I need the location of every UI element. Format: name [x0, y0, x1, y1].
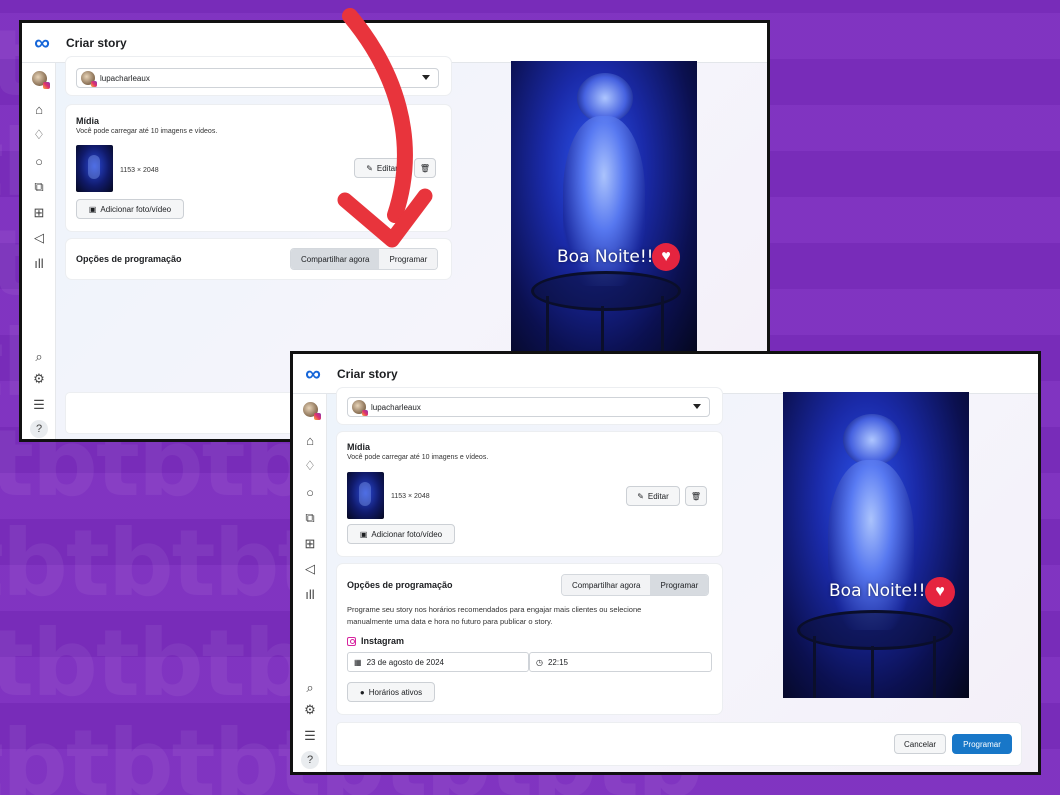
- arrow-head: [337, 188, 433, 248]
- arrow-shaft: [342, 8, 413, 223]
- red-arrow-annotation: [337, 8, 433, 248]
